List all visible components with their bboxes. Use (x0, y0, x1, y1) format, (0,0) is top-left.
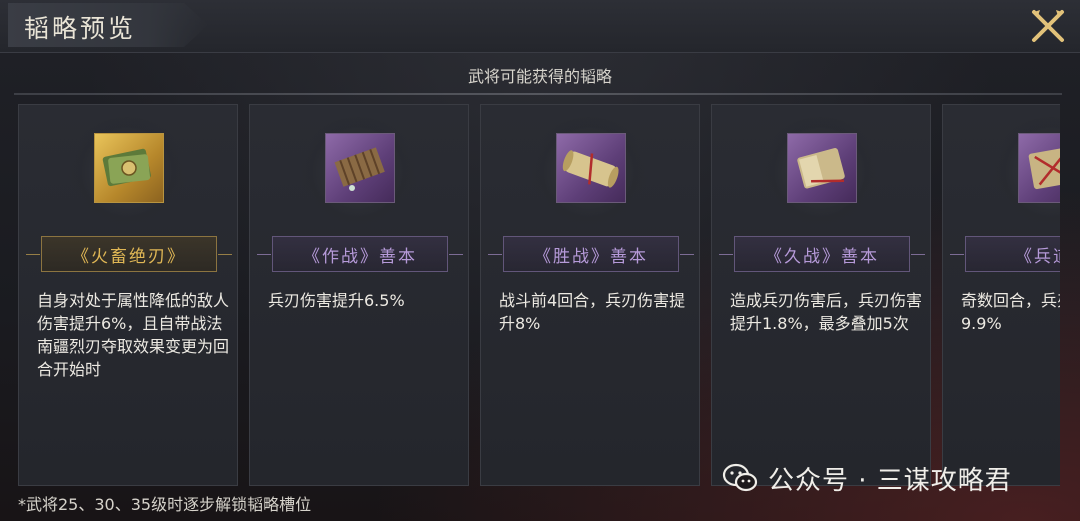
window-title: 韬略预览 (24, 14, 137, 43)
strategy-description: 造成兵刃伤害后，兵刃伤害提升1.8%，最多叠加5次 (730, 291, 923, 333)
watermark-text: 公众号 · 三谋攻略君 (768, 465, 1012, 496)
strategy-description: 奇数回合，兵刃伤害提升9.9% (961, 291, 1060, 333)
purple-scroll-icon (556, 133, 626, 203)
strategy-description: 自身对处于属性降低的敌人伤害提升6%，且自带战法南疆烈刃夺取效果变更为回合开始时 (37, 291, 230, 379)
purple-book-icon (1018, 133, 1060, 203)
strategy-card[interactable]: 《胜战》善本 战斗前4回合，兵刃伤害提升8% (480, 104, 700, 486)
wechat-icon (722, 463, 758, 492)
strategy-name: 《兵道》 (950, 236, 1060, 272)
strategy-description: 战斗前4回合，兵刃伤害提升8% (499, 291, 686, 333)
divider (14, 93, 1062, 95)
strategy-name: 《作战》善本 (257, 236, 463, 272)
strategy-card-list[interactable]: 《火畜绝刃》 自身对处于属性降低的敌人伤害提升6%，且自带战法南疆烈刃夺取效果变… (14, 100, 1060, 490)
footer-note: *武将25、30、35级时逐步解锁韬略槽位 (18, 495, 312, 514)
gold-scroll-bundle-icon (94, 133, 164, 203)
close-icon (1032, 10, 1064, 42)
section-subtitle: 武将可能获得的韬略 (467, 67, 612, 86)
strategy-card[interactable]: 《作战》善本 兵刃伤害提升6.5% (249, 104, 469, 486)
strategy-card[interactable]: 《火畜绝刃》 自身对处于属性降低的敌人伤害提升6%，且自带战法南疆烈刃夺取效果变… (18, 104, 238, 486)
strategy-name: 《火畜绝刃》 (26, 236, 232, 272)
strategy-card[interactable]: 《兵道》 奇数回合，兵刃伤害提升9.9% (942, 104, 1060, 486)
strategy-description: 兵刃伤害提升6.5% (268, 291, 405, 310)
strategy-card[interactable]: 《久战》善本 造成兵刃伤害后，兵刃伤害提升1.8%，最多叠加5次 (711, 104, 931, 486)
close-button[interactable] (1028, 6, 1068, 46)
watermark: 公众号 · 三谋攻略君 (722, 458, 1012, 498)
strategy-name: 《胜战》善本 (488, 236, 694, 272)
title-bar: 韬略预览 (0, 0, 1080, 53)
strategy-name: 《久战》善本 (719, 236, 925, 272)
purple-scroll-book-icon (787, 133, 857, 203)
purple-bamboo-book-icon (325, 133, 395, 203)
